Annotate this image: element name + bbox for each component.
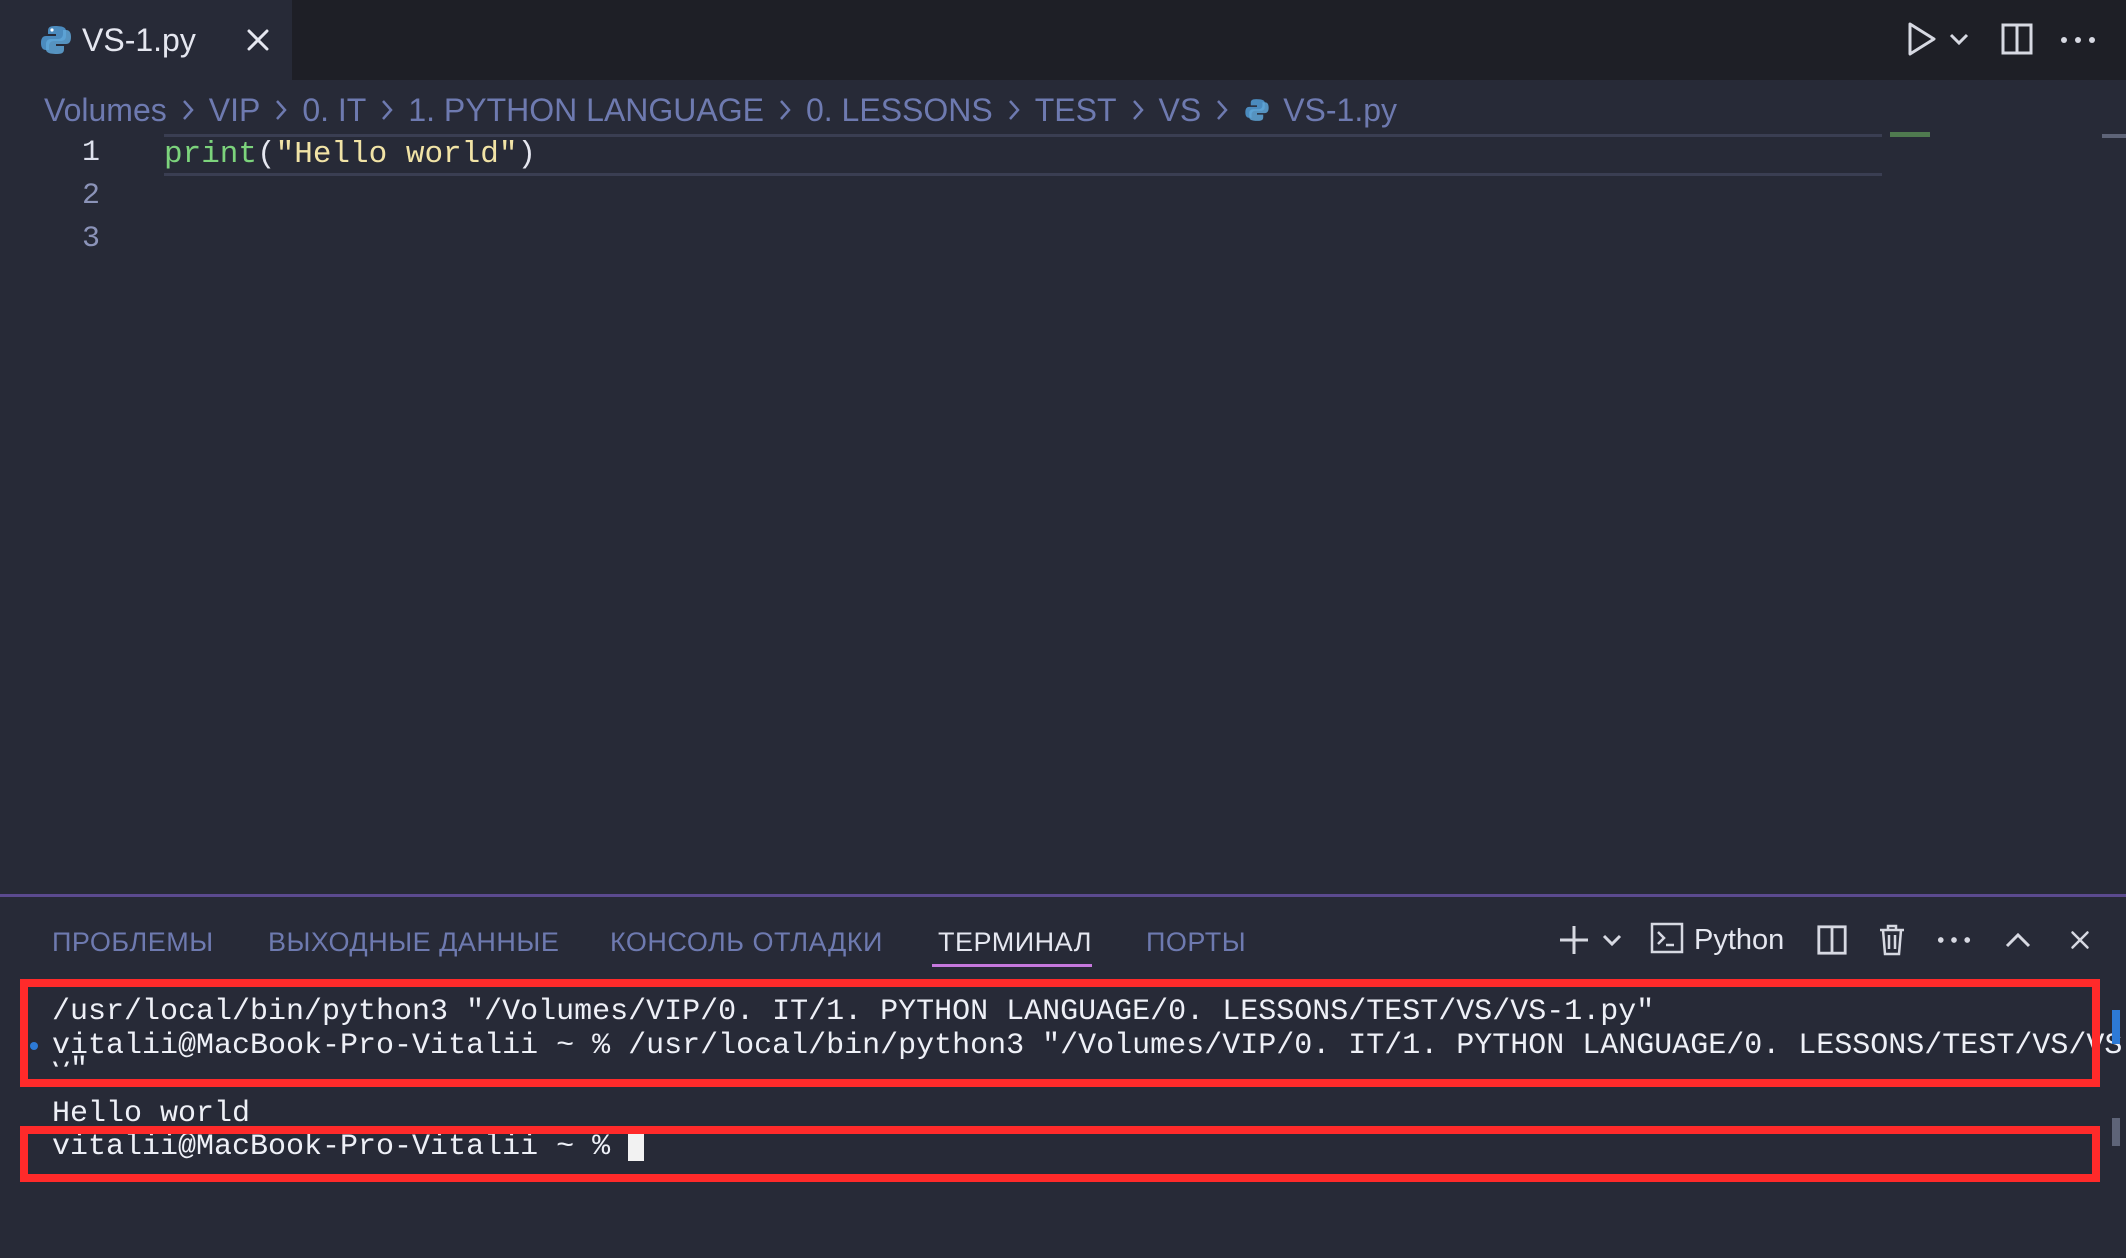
chevron-right-icon xyxy=(380,98,394,122)
breadcrumb-item-file[interactable]: VS-1.py xyxy=(1283,92,1397,129)
chevron-right-icon xyxy=(181,98,195,122)
chevron-down-icon[interactable] xyxy=(1600,918,1624,962)
tab-ports[interactable]: ПОРТЫ xyxy=(1146,924,1246,960)
breadcrumb-item[interactable]: 0. LESSONS xyxy=(806,92,993,129)
terminal-profile-label: Python xyxy=(1694,923,1785,956)
breadcrumb-item[interactable]: 1. PYTHON LANGUAGE xyxy=(408,92,764,129)
chevron-right-icon xyxy=(1215,98,1229,122)
chevron-right-icon xyxy=(274,98,288,122)
editor-scrollbar[interactable] xyxy=(2102,134,2126,138)
highlight-box xyxy=(20,979,2100,1087)
maximize-panel-icon[interactable] xyxy=(2000,918,2036,962)
code-line-1[interactable]: print("Hello world") xyxy=(164,136,536,174)
line-number: 3 xyxy=(81,222,100,256)
editor-tab[interactable]: VS-1.py xyxy=(0,0,292,80)
line-number: 2 xyxy=(81,179,100,213)
highlight-box xyxy=(20,1126,2100,1182)
breadcrumb-item[interactable]: Volumes xyxy=(44,92,167,129)
code-token-function: print xyxy=(164,137,258,172)
breadcrumb: Volumes VIP 0. IT 1. PYTHON LANGUAGE 0. … xyxy=(44,88,1397,132)
breadcrumb-item[interactable]: VIP xyxy=(209,92,261,129)
terminal-icon xyxy=(1650,921,1684,960)
tab-output[interactable]: ВЫХОДНЫЕ ДАННЫЕ xyxy=(268,924,559,960)
close-icon[interactable] xyxy=(240,22,276,58)
code-token-paren: ) xyxy=(517,137,537,172)
split-editor-icon[interactable] xyxy=(2000,22,2034,56)
python-icon xyxy=(1243,96,1271,124)
minimap[interactable] xyxy=(1890,132,1930,137)
tab-debug-console[interactable]: КОНСОЛЬ ОТЛАДКИ xyxy=(610,924,883,960)
tab-problems[interactable]: ПРОБЛЕМЫ xyxy=(52,924,214,960)
breadcrumb-item[interactable]: VS xyxy=(1159,92,1202,129)
line-number: 1 xyxy=(81,136,100,170)
code-token-string: "Hello world" xyxy=(275,137,518,172)
more-actions-icon[interactable] xyxy=(1936,918,1972,962)
chevron-right-icon xyxy=(778,98,792,122)
chevron-down-icon[interactable] xyxy=(1948,30,1970,48)
terminal-profile[interactable]: Python xyxy=(1650,918,1798,962)
tab-label: VS-1.py xyxy=(82,22,196,58)
tab-terminal[interactable]: ТЕРМИНАЛ xyxy=(938,924,1092,960)
breadcrumb-item[interactable]: TEST xyxy=(1035,92,1117,129)
breadcrumb-item[interactable]: 0. IT xyxy=(302,92,366,129)
terminal-scrollbar[interactable] xyxy=(2112,1010,2120,1044)
close-panel-icon[interactable] xyxy=(2062,918,2098,962)
new-terminal-icon[interactable] xyxy=(1556,918,1592,962)
editor-tab-bar xyxy=(0,0,2126,80)
active-tab-indicator xyxy=(932,964,1092,967)
code-token-paren: ( xyxy=(257,137,276,172)
split-terminal-icon[interactable] xyxy=(1814,918,1850,962)
python-icon xyxy=(38,22,74,58)
chevron-right-icon xyxy=(1007,98,1021,122)
trash-icon[interactable] xyxy=(1874,918,1910,962)
more-actions-icon[interactable] xyxy=(2060,36,2096,44)
run-icon[interactable] xyxy=(1904,20,1938,58)
terminal-scrollbar-thumb[interactable] xyxy=(2112,1118,2120,1146)
chevron-right-icon xyxy=(1131,98,1145,122)
